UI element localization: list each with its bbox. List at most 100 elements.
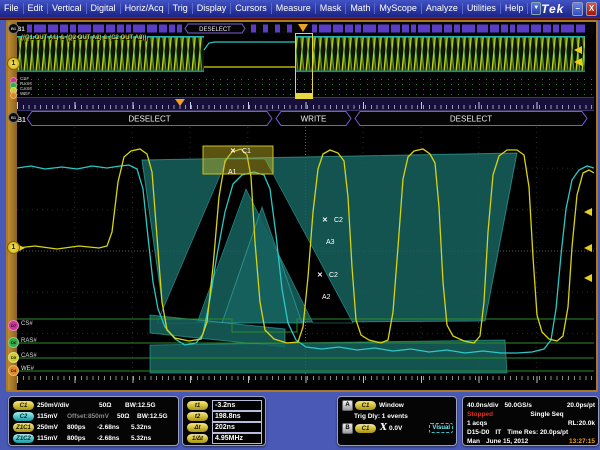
acq-value: Time Res: 20.0ps/pt xyxy=(507,429,568,436)
menu-item-file[interactable]: File xyxy=(0,3,24,14)
cursor-row-t2: t2198.8ns xyxy=(187,411,262,421)
badge-t: Δt xyxy=(187,423,208,432)
menu-item-digital[interactable]: Digital xyxy=(87,3,121,14)
bus-busy-segment xyxy=(169,25,175,33)
channel-readout-box[interactable]: C1250mV/div50ΩBW:12.5GC2115mVOffset:850m… xyxy=(8,396,179,446)
menu-item-edit[interactable]: Edit xyxy=(24,3,49,14)
main-digital-label-we: WE# xyxy=(21,366,34,373)
cursor-cross-4[interactable]: ✕ xyxy=(317,272,323,279)
bus-deselect-text: DESELECT xyxy=(199,27,231,33)
trigger-readout-box[interactable]: A C1 Window Trig Dly: 1 events B C1 X 0.… xyxy=(337,396,457,446)
menu-item-analyze[interactable]: Analyze xyxy=(422,3,463,14)
bus-busy-segment xyxy=(27,25,32,33)
menu-item-display[interactable]: Display xyxy=(193,3,232,14)
minimize-button[interactable]: – xyxy=(572,2,583,16)
marker-label-c1-0: C1 xyxy=(242,148,251,155)
bus-busy-segment xyxy=(93,25,104,33)
badge-z1c1: Z1C1 xyxy=(13,423,34,432)
bus-busy-segment xyxy=(402,25,409,33)
cursor-cross-2[interactable]: ✕ xyxy=(322,217,328,224)
menu-item-vertical[interactable]: Vertical xyxy=(48,3,87,14)
acquisition-readout-box[interactable]: 40.0ns/div50.0GS/s20.0ps/ptStoppedSingle… xyxy=(462,396,599,446)
bus-busy-segment xyxy=(48,25,58,33)
readout-value: -2.68ns xyxy=(97,424,131,431)
cursor-readout-box[interactable]: t1-3.2nst2198.8nsΔt202ns1/Δt4.95MHz xyxy=(182,396,266,446)
readout-value: 800ps xyxy=(67,435,97,442)
overview-channel1-badge[interactable]: 1 xyxy=(7,57,20,70)
menu-item-help[interactable]: Help xyxy=(501,3,529,14)
bus-busy-segment xyxy=(287,25,292,33)
acq-value: RL:20.0k xyxy=(568,420,595,427)
channel-readout-row-z1c2: Z1C2115mV800ps-2.68ns5.32ns xyxy=(13,433,175,443)
bus-busy-segment xyxy=(133,25,145,33)
menu-item-utilities[interactable]: Utilities xyxy=(463,3,501,14)
menu-item-mask[interactable]: Mask xyxy=(316,3,347,14)
menu-more-button[interactable]: ▼ xyxy=(531,2,541,15)
readout-value: 250mV/div xyxy=(37,402,99,409)
trigger-position-marker[interactable] xyxy=(175,99,185,106)
bus-busy-segment xyxy=(576,25,585,33)
bus-busy-segment xyxy=(312,25,317,33)
menu-item-cursors[interactable]: Cursors xyxy=(231,3,272,14)
bus-busy-segment xyxy=(345,25,353,33)
zoom-window-box[interactable] xyxy=(295,33,313,99)
bus-busy-segment xyxy=(454,25,460,33)
main-digital-badge-cas[interactable]: D5 xyxy=(8,352,19,363)
badge-1-t: 1/Δt xyxy=(187,434,208,443)
cursor-row-1-t: 1/Δt 4.95MHz xyxy=(187,433,262,443)
overview-digital-label-we: WE# xyxy=(20,91,30,96)
menu-item-trig[interactable]: Trig xyxy=(169,3,193,14)
tek-logo: Tek xyxy=(541,2,564,16)
main-graticule: ✕C1A1✕C2A3✕C2A2 xyxy=(17,127,594,375)
acq-value: Single Seq xyxy=(530,411,563,418)
marker-label-a2-5: A2 xyxy=(322,294,331,301)
main-digital-badge-we[interactable]: D4 xyxy=(8,365,19,376)
cursor-value-1-t: 4.95MHz xyxy=(212,433,262,444)
bus-busy-segment xyxy=(378,25,389,33)
menu-item-measure[interactable]: Measure xyxy=(272,3,316,14)
bus-busy-segment xyxy=(106,25,115,33)
cursor-row-t1: t1-3.2ns xyxy=(187,400,262,410)
bus-busy-segment xyxy=(477,25,488,33)
main-bus-segment-text: WRITE xyxy=(301,115,327,124)
close-button[interactable]: X xyxy=(586,2,597,16)
trigger-a-chip: A xyxy=(342,400,353,411)
main-channel1-badge[interactable]: 1 xyxy=(7,241,20,254)
oscilloscope-app: { "window": {"logo": "Tek", "minimize": … xyxy=(0,0,600,450)
main-bus-row: B1DESELECTWRITEDESELECT xyxy=(17,110,594,127)
readout-value: 5.32ns xyxy=(131,424,151,431)
trigger-b-level: 0.0V xyxy=(389,425,402,432)
menu-item-horiz-acq[interactable]: Horiz/Acq xyxy=(121,3,169,14)
readout-value: -2.68ns xyxy=(97,435,131,442)
readout-value: 50Ω xyxy=(99,402,125,409)
bus-busy-segment xyxy=(543,25,551,33)
readout-value: 115mV xyxy=(37,435,67,442)
bus-busy-segment xyxy=(501,25,508,33)
dense-waveform-hash xyxy=(295,36,585,72)
overview-b1-badge: B1 xyxy=(8,23,19,34)
bus-busy-segment xyxy=(432,25,442,33)
channel-readout-row-c1: C1250mV/div50ΩBW:12.5G xyxy=(13,400,175,410)
badge-c2: C2 xyxy=(13,412,34,421)
main-time-ruler xyxy=(17,375,594,388)
bus-busy-segment xyxy=(363,25,376,33)
scope-display: B1DESELECT ((Q1 OUT A1) & (Q2 OUT A2) & … xyxy=(6,20,598,392)
bus-busy-segment xyxy=(391,25,400,33)
c1-highlight-box[interactable] xyxy=(203,146,273,174)
visual-trigger-button[interactable]: Visual xyxy=(429,423,453,433)
channel-readout-row-c2: C2115mVOffset:850mV50ΩBW:12.5G xyxy=(13,411,175,421)
menu-item-math[interactable]: Math xyxy=(346,3,375,14)
main-digital-badge-cs[interactable]: D7 xyxy=(8,320,19,331)
readout-value: 250mV xyxy=(37,424,67,431)
bus-busy-segment xyxy=(561,25,574,33)
badge-t2: t2 xyxy=(187,412,208,421)
main-digital-label-ras: RAS# xyxy=(21,338,37,345)
menu-item-myscope[interactable]: MyScope xyxy=(375,3,422,14)
bus-busy-segment xyxy=(117,25,124,33)
readout-value: 800ps xyxy=(67,424,97,431)
bus-busy-segment xyxy=(34,25,46,33)
cursor-value-t1: -3.2ns xyxy=(212,400,262,411)
cursor-cross-0[interactable]: ✕ xyxy=(230,148,236,155)
acq-value: 13:27:15 xyxy=(569,438,595,445)
main-digital-badge-ras[interactable]: D6 xyxy=(8,337,19,348)
